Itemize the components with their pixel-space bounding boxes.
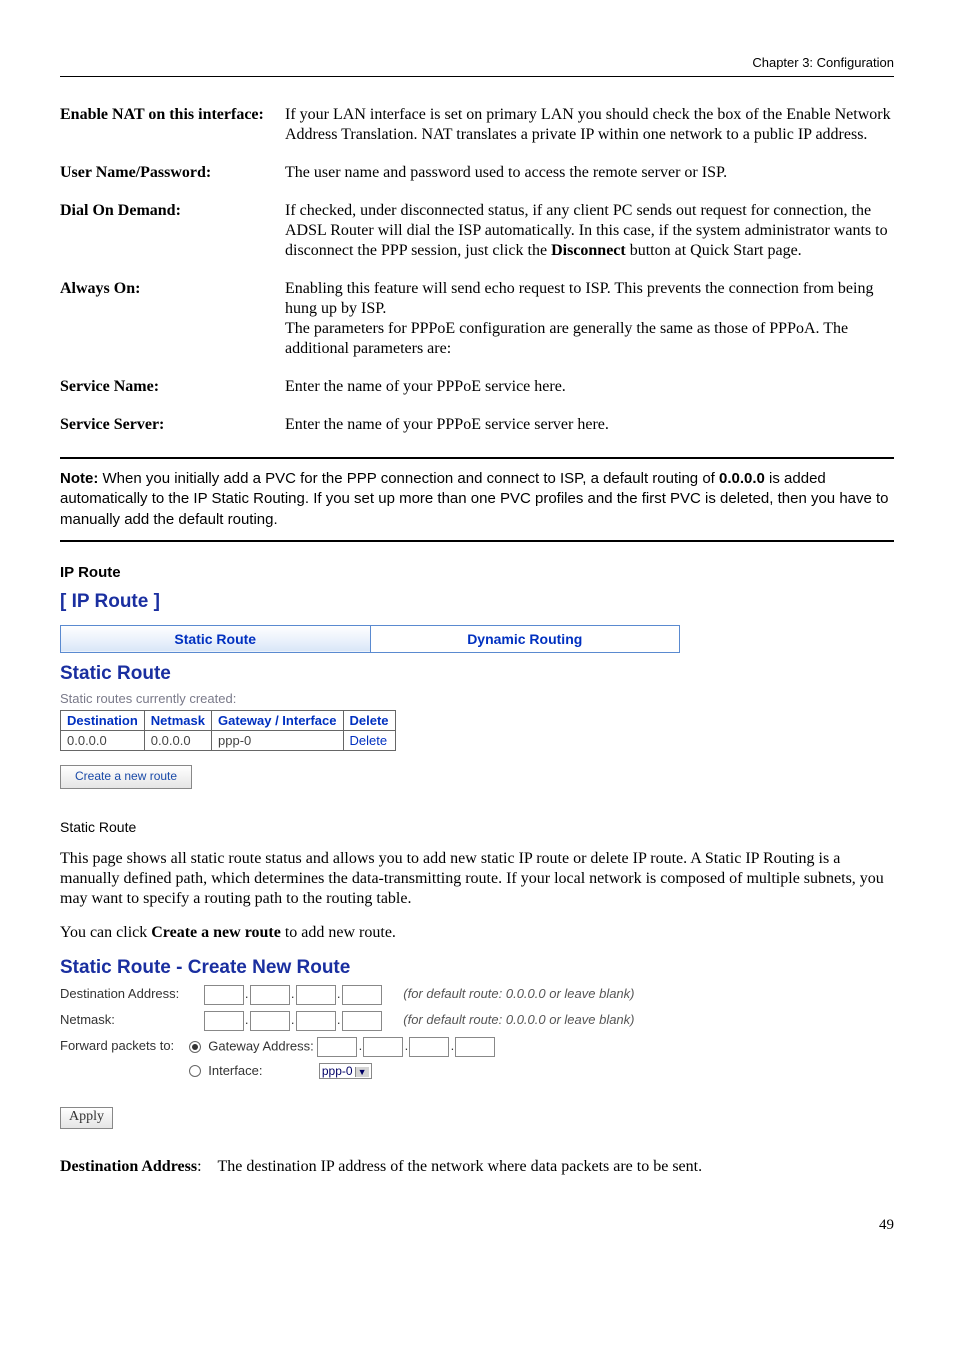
static-route-paragraph-1: This page shows all static route status … bbox=[60, 849, 894, 909]
col-netmask: Netmask bbox=[144, 710, 211, 730]
def-row: Enable NAT on this interface:If your LAN… bbox=[60, 105, 894, 163]
def-term: Enable NAT on this interface: bbox=[60, 105, 285, 163]
label-forward-packets: Forward packets to: bbox=[60, 1038, 185, 1053]
label-gateway-address: Gateway Address: bbox=[208, 1038, 314, 1053]
def-desc: Enter the name of your PPPoE service ser… bbox=[285, 415, 894, 453]
dest-octet-1[interactable] bbox=[204, 985, 244, 1005]
def-term: User Name/Password: bbox=[60, 163, 285, 201]
destination-address-definition: Destination Address: The destination IP … bbox=[60, 1157, 894, 1177]
col-delete: Delete bbox=[343, 710, 395, 730]
mask-octet-3[interactable] bbox=[296, 1011, 336, 1031]
def-desc: The user name and password used to acces… bbox=[285, 163, 894, 201]
label-netmask: Netmask: bbox=[60, 1012, 200, 1027]
create-new-route-button[interactable]: Create a new route bbox=[60, 765, 192, 789]
def-term: Dial On Demand: bbox=[60, 201, 285, 279]
def-desc: If checked, under disconnected status, i… bbox=[285, 201, 894, 279]
tab-static-route[interactable]: Static Route bbox=[61, 625, 371, 652]
mask-octet-2[interactable] bbox=[250, 1011, 290, 1031]
routes-caption: Static routes currently created: bbox=[60, 691, 894, 706]
dest-hint: (for default route: 0.0.0.0 or leave bla… bbox=[403, 986, 634, 1001]
dest-octet-2[interactable] bbox=[250, 985, 290, 1005]
page-header: Chapter 3: Configuration bbox=[60, 55, 894, 76]
radio-interface[interactable] bbox=[189, 1065, 201, 1077]
section-ip-route: IP Route bbox=[60, 564, 894, 581]
def-desc: If your LAN interface is set on primary … bbox=[285, 105, 894, 163]
note-block: Note: When you initially add a PVC for t… bbox=[60, 463, 894, 536]
def-row: Dial On Demand:If checked, under disconn… bbox=[60, 201, 894, 279]
delete-route-link[interactable]: Delete bbox=[343, 730, 395, 750]
mask-octet-1[interactable] bbox=[204, 1011, 244, 1031]
col-destination: Destination bbox=[61, 710, 145, 730]
static-route-title: Static Route bbox=[60, 819, 894, 835]
def-row: Service Server:Enter the name of your PP… bbox=[60, 415, 894, 453]
tab-bar: Static Route Dynamic Routing bbox=[60, 625, 680, 653]
def-row: Always On:Enabling this feature will sen… bbox=[60, 279, 894, 377]
note-rule-bottom bbox=[60, 540, 894, 542]
radio-gateway[interactable] bbox=[189, 1041, 201, 1053]
def-desc: Enter the name of your PPPoE service her… bbox=[285, 377, 894, 415]
def-row: User Name/Password:The user name and pas… bbox=[60, 163, 894, 201]
chevron-down-icon: ▼ bbox=[355, 1067, 369, 1077]
header-rule bbox=[60, 76, 894, 77]
mask-octet-4[interactable] bbox=[342, 1011, 382, 1031]
gw-octet-2[interactable] bbox=[363, 1037, 403, 1057]
page-number: 49 bbox=[60, 1217, 894, 1234]
static-route-paragraph-2: You can click Create a new route to add … bbox=[60, 923, 894, 943]
def-desc: Enabling this feature will send echo req… bbox=[285, 279, 894, 377]
create-route-form: Destination Address: ... (for default ro… bbox=[60, 985, 894, 1129]
cell-gateway: ppp-0 bbox=[212, 730, 344, 750]
mask-hint: (for default route: 0.0.0.0 or leave bla… bbox=[403, 1012, 634, 1027]
dest-octet-4[interactable] bbox=[342, 985, 382, 1005]
col-gateway: Gateway / Interface bbox=[212, 710, 344, 730]
note-text: When you initially add a PVC for the PPP… bbox=[60, 470, 889, 528]
ip-route-heading: [ IP Route ] bbox=[60, 591, 894, 613]
cell-netmask: 0.0.0.0 bbox=[144, 730, 211, 750]
def-term: Service Server: bbox=[60, 415, 285, 453]
apply-button[interactable]: Apply bbox=[60, 1107, 113, 1129]
static-route-subheading: Static Route bbox=[60, 663, 894, 685]
gw-octet-4[interactable] bbox=[455, 1037, 495, 1057]
create-new-route-heading: Static Route - Create New Route bbox=[60, 957, 894, 979]
routes-table: Destination Netmask Gateway / Interface … bbox=[60, 710, 396, 751]
tab-dynamic-routing[interactable]: Dynamic Routing bbox=[370, 625, 680, 652]
label-interface: Interface: bbox=[208, 1063, 315, 1078]
gw-octet-3[interactable] bbox=[409, 1037, 449, 1057]
definitions-table: Enable NAT on this interface:If your LAN… bbox=[60, 105, 894, 453]
cell-destination: 0.0.0.0 bbox=[61, 730, 145, 750]
label-destination-address: Destination Address: bbox=[60, 986, 200, 1001]
dest-octet-3[interactable] bbox=[296, 985, 336, 1005]
note-rule-top bbox=[60, 457, 894, 459]
def-term: Always On: bbox=[60, 279, 285, 377]
note-label: Note: bbox=[60, 470, 98, 487]
interface-select[interactable]: ppp-0▼ bbox=[319, 1063, 372, 1079]
def-row: Service Name:Enter the name of your PPPo… bbox=[60, 377, 894, 415]
route-row: 0.0.0.0 0.0.0.0 ppp-0 Delete bbox=[61, 730, 396, 750]
gw-octet-1[interactable] bbox=[317, 1037, 357, 1057]
def-term: Service Name: bbox=[60, 377, 285, 415]
